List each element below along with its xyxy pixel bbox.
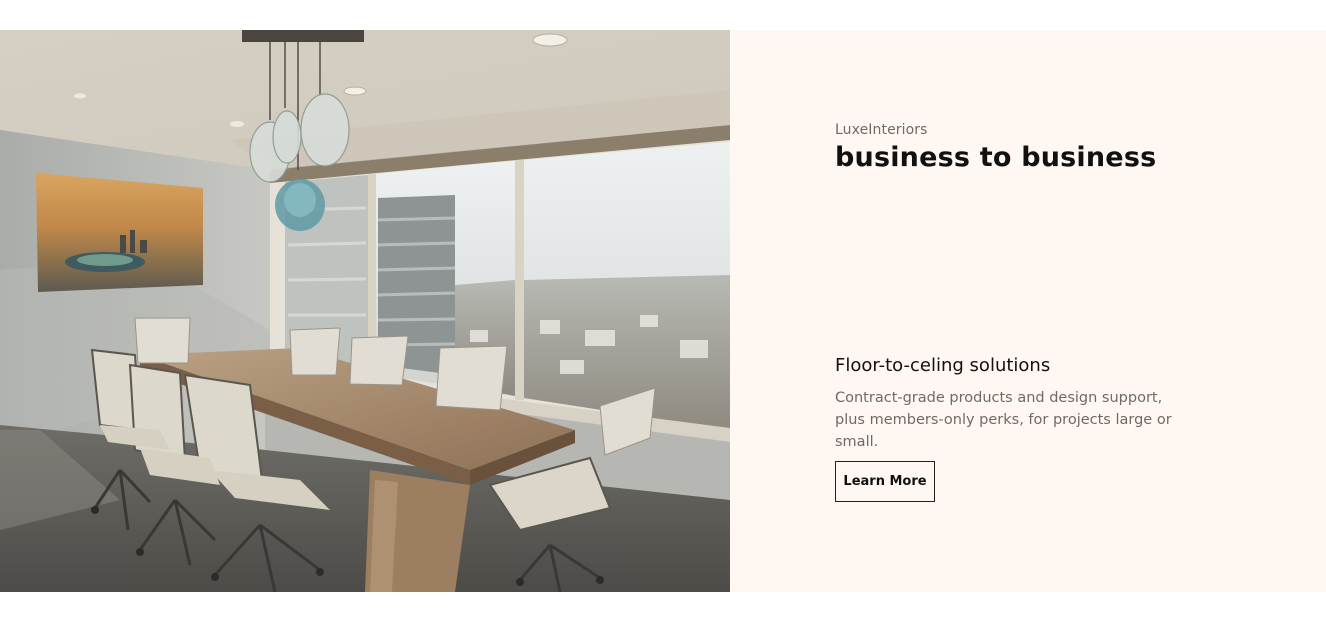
wall-artwork (36, 173, 203, 292)
hero-section: LuxeInteriors business to business Floor… (0, 30, 1326, 592)
subheading: Floor-to-celing solutions (835, 355, 1051, 376)
description: Contract-grade products and design suppo… (835, 390, 1172, 450)
headline: business to business (835, 142, 1157, 173)
promo-panel: LuxeInteriors business to business Floor… (730, 30, 1326, 592)
learn-more-button[interactable]: Learn More (835, 461, 935, 502)
conference-room-photo (0, 30, 730, 592)
brand-name: LuxeInteriors (835, 122, 928, 138)
